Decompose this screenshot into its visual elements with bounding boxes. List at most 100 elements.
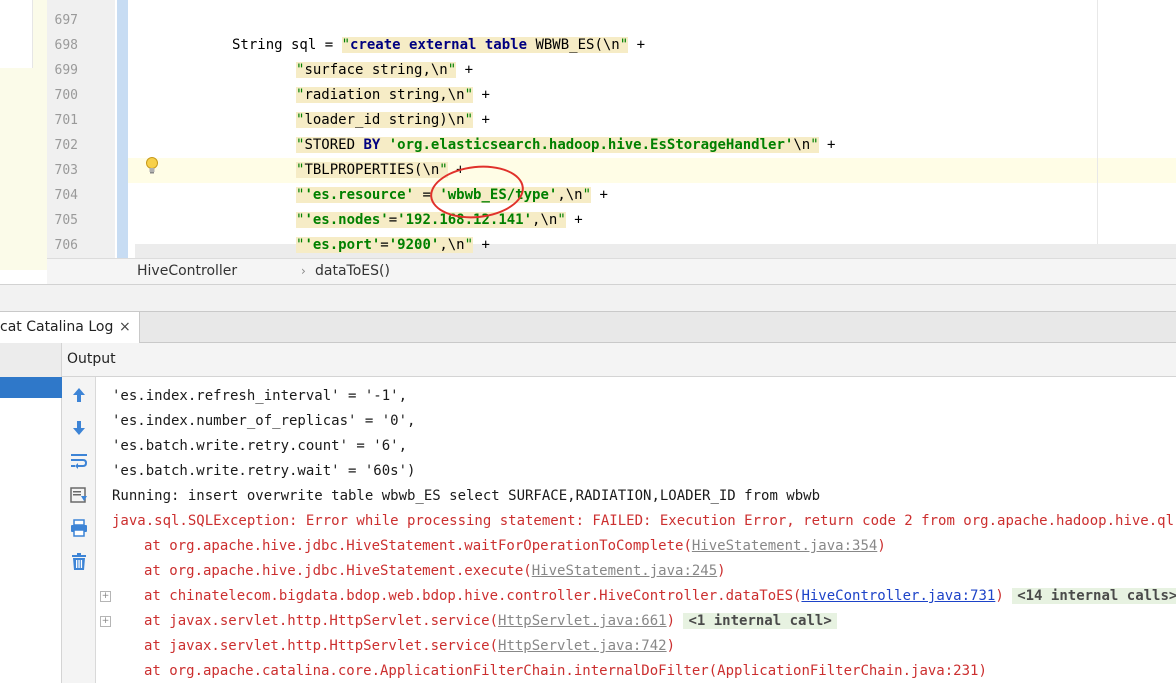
code-line[interactable]: " STORED BY 'org.elasticsearch.hadoop.hiv… [296, 133, 835, 158]
code-token: " [619, 37, 629, 53]
code-line[interactable]: "surface string,\n" + [296, 58, 473, 83]
source-link[interactable]: HiveStatement.java:245 [532, 563, 717, 579]
current-line-highlight [128, 158, 1176, 183]
stack-trace-line: at javax.servlet.http.HttpServlet.servic… [144, 634, 675, 659]
soft-wrap-icon[interactable] [69, 451, 89, 471]
console-text-suffix: ) [717, 563, 726, 579]
source-link[interactable]: HttpServlet.java:661 [498, 613, 667, 629]
internal-calls-badge[interactable]: <1 internal call> [683, 613, 837, 629]
console-text: 'es.index.refresh_interval' = '-1', [112, 388, 408, 404]
console-text: at org.apache.hive.jdbc.HiveStatement.wa… [144, 538, 692, 554]
console-text: 'es.batch.write.retry.count' = '6', [112, 438, 408, 454]
line-number: 698 [54, 38, 78, 53]
code-line[interactable]: "loader_id string)\n" + [296, 108, 490, 133]
console-text: java.sql.SQLException: Error while proce… [112, 513, 1176, 529]
scroll-to-end-icon[interactable] [69, 485, 89, 505]
line-number: 697 [54, 13, 78, 28]
source-link[interactable]: HttpServlet.java:742 [498, 638, 667, 654]
code-line[interactable]: "radiation string,\n" + [296, 83, 490, 108]
code-token: " [464, 112, 474, 128]
code-token: \n [793, 137, 811, 153]
code-token: " [582, 187, 592, 203]
code-token: '9200' [388, 237, 440, 253]
code-token: TBLPROPERTIES(\n [304, 162, 440, 178]
error-line: java.sql.SQLException: Error while proce… [112, 509, 1176, 534]
code-token: radiation string,\n [304, 87, 465, 103]
code-line[interactable]: "'es.port'='9200',\n" + [296, 233, 490, 258]
lightbulb-icon[interactable] [144, 156, 160, 176]
line-number: 703 [54, 163, 78, 178]
line-number: 702 [54, 138, 78, 153]
stack-trace-line: at org.apache.hive.jdbc.HiveStatement.wa… [144, 534, 886, 559]
internal-calls-badge[interactable]: <14 internal calls> [1012, 588, 1176, 604]
breadcrumb-method[interactable]: dataToES() [315, 259, 390, 284]
line-number: 699 [54, 63, 78, 78]
breadcrumb-class[interactable]: HiveController [137, 259, 237, 284]
code-token: = [380, 237, 389, 253]
tab-catalina-log[interactable]: cat Catalina Log × [0, 312, 140, 343]
horizontal-scrollbar[interactable] [135, 244, 1176, 258]
code-token: loader_id string)\n [304, 112, 465, 128]
tab-label: cat Catalina Log [0, 319, 114, 335]
code-line[interactable]: "'es.nodes'='192.168.12.141',\n" + [296, 208, 583, 233]
console-text: at chinatelecom.bigdata.bdop.web.bdop.hi… [144, 588, 802, 604]
code-token: + [473, 237, 490, 253]
code-token: + [818, 137, 836, 153]
line-number: 704 [54, 188, 78, 203]
line-number: 705 [54, 213, 78, 228]
code-token: " [557, 212, 566, 228]
code-token: ,\n [557, 187, 583, 203]
console-line: 'es.batch.write.retry.count' = '6', [112, 434, 407, 459]
code-token: + [628, 37, 646, 53]
breadcrumb: HiveController › dataToES() [47, 258, 1176, 284]
code-token: 'es.port' [304, 237, 381, 253]
code-token: " [464, 87, 474, 103]
arrow-up-icon[interactable] [69, 385, 89, 405]
code-token: = [388, 212, 398, 228]
console-text: 'es.index.number_of_replicas' = '0', [112, 413, 416, 429]
console-text: 'es.batch.write.retry.wait' = '60s') [112, 463, 416, 479]
console-line: 'es.index.number_of_replicas' = '0', [112, 409, 415, 434]
code-token: + [473, 112, 490, 128]
stack-trace-line: at org.apache.catalina.core.ApplicationF… [144, 659, 987, 683]
source-link[interactable]: HiveStatement.java:354 [692, 538, 877, 554]
source-link[interactable]: HiveController.java:731 [801, 588, 995, 604]
code-token: WBWB_ES(\n [535, 37, 620, 53]
tool-window-splitter[interactable] [0, 284, 1176, 311]
code-token: String sql = [232, 37, 342, 53]
code-line[interactable]: String sql = "create external table WBWB… [232, 33, 645, 58]
arrow-down-icon[interactable] [69, 418, 89, 438]
code-token: ,\n [439, 237, 465, 253]
console-output[interactable]: 'es.index.refresh_interval' = '-1', 'es.i… [96, 377, 1176, 683]
output-header: Output [0, 343, 1176, 377]
project-panel-edge [0, 0, 47, 270]
console-text-suffix: ) [877, 538, 886, 554]
selected-server-item[interactable] [0, 377, 62, 398]
change-marker [117, 0, 128, 258]
print-icon[interactable] [69, 518, 89, 538]
console-line: Running: insert overwrite table wbwb_ES … [112, 484, 820, 509]
expand-fold-icon[interactable]: + [100, 616, 111, 627]
code-editor[interactable]: 697 698 699 700 701 702 703 704 705 706 String sq… [0, 0, 1176, 284]
server-list[interactable] [0, 377, 62, 683]
code-token: + [591, 187, 608, 203]
code-token: 'org.elasticsearch.hadoop.hive.EsStorage… [388, 137, 794, 153]
console-line: 'es.batch.write.retry.wait' = '60s') [112, 459, 415, 484]
close-icon[interactable]: × [119, 312, 131, 342]
code-token: + [456, 62, 474, 78]
stack-trace-line: at javax.servlet.http.HttpServlet.servic… [144, 609, 837, 634]
line-number: 701 [54, 113, 78, 128]
code-token: + [565, 212, 583, 228]
trash-icon[interactable] [69, 552, 89, 572]
console-text-suffix: ) [666, 638, 676, 654]
expand-fold-icon[interactable]: + [100, 591, 111, 602]
code-token: 'es.resource' [304, 187, 415, 203]
code-token: ,\n [532, 212, 558, 228]
code-token: " [810, 137, 819, 153]
output-title: Output [67, 351, 116, 367]
code-token: 'es.nodes' [304, 212, 389, 228]
code-token: " [341, 37, 351, 53]
tool-window-tab-bar: cat Catalina Log × [0, 311, 1176, 343]
code-token: + [473, 87, 490, 103]
breadcrumb-separator: › [301, 264, 306, 278]
